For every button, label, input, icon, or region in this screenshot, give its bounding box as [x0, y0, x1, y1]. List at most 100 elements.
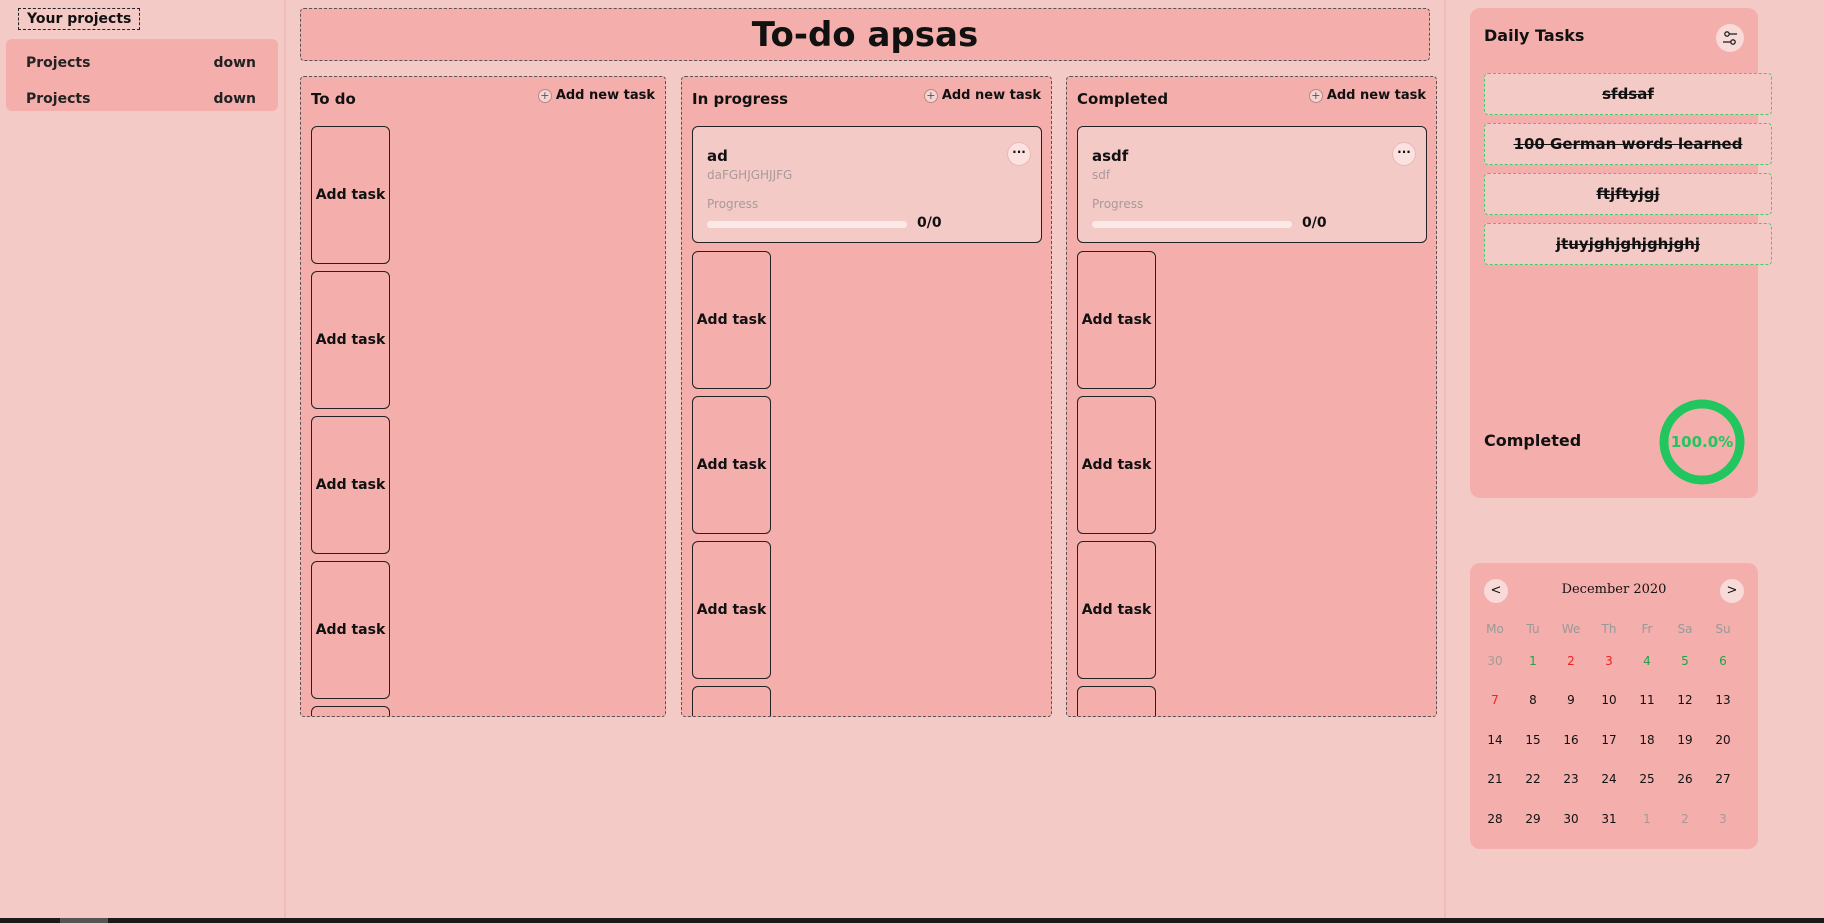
- calendar-day[interactable]: 18: [1628, 733, 1666, 747]
- calendar-week: 28 29 30 31 1 2 3: [1476, 799, 1742, 839]
- add-task-button[interactable]: Add task: [692, 251, 771, 389]
- daily-tasks-card: Daily Tasks sfdsaf 100 German words lear…: [1470, 8, 1772, 498]
- weekday-label: Th: [1601, 622, 1617, 636]
- add-new-task-label: Add new task: [941, 88, 1041, 103]
- daily-task-item[interactable]: 100 German words learned: [1484, 123, 1772, 165]
- calendar-day[interactable]: 10: [1590, 693, 1628, 707]
- add-task-button[interactable]: Add task: [311, 271, 390, 409]
- filter-button[interactable]: [1716, 24, 1744, 52]
- calendar-day[interactable]: 15: [1514, 733, 1552, 747]
- task-progress-label: Progress: [707, 197, 759, 211]
- calendar-day[interactable]: 20: [1704, 733, 1742, 747]
- calendar-day[interactable]: 24: [1590, 772, 1628, 786]
- calendar-day[interactable]: 12: [1666, 693, 1704, 707]
- task-progress-bar: [707, 221, 907, 228]
- column-title: In progress: [692, 90, 789, 108]
- taskbar: [0, 918, 1824, 923]
- calendar-day[interactable]: 13: [1704, 693, 1742, 707]
- task-title: ad: [707, 147, 728, 165]
- add-task-button[interactable]: [1077, 686, 1156, 716]
- calendar-day[interactable]: 1: [1514, 654, 1552, 668]
- task-title: asdf: [1092, 147, 1129, 165]
- right-panel: Daily Tasks sfdsaf 100 German words lear…: [1444, 0, 1824, 918]
- calendar-day[interactable]: 27: [1704, 772, 1742, 786]
- weekday-label: Sa: [1677, 622, 1693, 636]
- calendar-month: December 2020: [1561, 582, 1667, 597]
- completed-label: Completed: [1484, 431, 1582, 450]
- add-new-task-button[interactable]: + Add new task: [537, 88, 655, 103]
- column-in-progress: In progress + Add new task ad daFGHJGHJJ…: [681, 76, 1052, 717]
- calendar-next-button[interactable]: >: [1720, 579, 1744, 603]
- add-task-button[interactable]: Add task: [692, 541, 771, 679]
- add-new-task-label: Add new task: [555, 88, 655, 103]
- weekday-label: We: [1561, 622, 1581, 636]
- add-task-button[interactable]: Add task: [1077, 541, 1156, 679]
- add-new-task-button[interactable]: + Add new task: [1308, 88, 1426, 103]
- add-task-button[interactable]: Add task: [311, 561, 390, 699]
- calendar-day[interactable]: 7: [1476, 693, 1514, 707]
- completion-percent: 100.0%: [1670, 433, 1734, 451]
- calendar-day[interactable]: 19: [1666, 733, 1704, 747]
- calendar-day[interactable]: 1: [1628, 812, 1666, 826]
- calendar-day[interactable]: 2: [1666, 812, 1704, 826]
- weekday-label: Su: [1715, 622, 1731, 636]
- calendar-day[interactable]: 28: [1476, 812, 1514, 826]
- task-description: daFGHJGHJJFG: [707, 168, 793, 182]
- project-item[interactable]: Projects down: [6, 81, 278, 117]
- your-projects-heading: Your projects: [18, 8, 141, 30]
- calendar-day[interactable]: 8: [1514, 693, 1552, 707]
- add-new-task-button[interactable]: + Add new task: [923, 88, 1041, 103]
- plus-icon: +: [923, 88, 938, 103]
- weekday-label: Fr: [1641, 622, 1653, 636]
- calendar-day[interactable]: 3: [1590, 654, 1628, 668]
- weekday-label: Mo: [1486, 622, 1504, 636]
- calendar-day[interactable]: 3: [1704, 812, 1742, 826]
- task-progress-bar: [1092, 221, 1292, 228]
- calendar-day[interactable]: 25: [1628, 772, 1666, 786]
- calendar-day[interactable]: 4: [1628, 654, 1666, 668]
- daily-task-item[interactable]: jtuyjghjghjghjghj: [1484, 223, 1772, 265]
- add-task-button[interactable]: Add task: [692, 396, 771, 534]
- calendar-day[interactable]: 30: [1552, 812, 1590, 826]
- task-card[interactable]: ad daFGHJGHJJFG Progress 0/0 ···: [692, 126, 1042, 243]
- project-label: Projects: [26, 55, 91, 71]
- calendar-week: 7 8 9 10 11 12 13: [1476, 681, 1742, 721]
- calendar-day[interactable]: 17: [1590, 733, 1628, 747]
- more-options-icon[interactable]: ···: [1007, 142, 1031, 166]
- add-task-button[interactable]: [692, 686, 771, 716]
- daily-task-item[interactable]: ftjftyjgj: [1484, 173, 1772, 215]
- calendar-grid: Mo Tu We Th Fr Sa Su 30 1 2 3 4 5 6 7 8 …: [1476, 617, 1742, 839]
- calendar-day[interactable]: 14: [1476, 733, 1514, 747]
- calendar-day[interactable]: 16: [1552, 733, 1590, 747]
- project-toggle[interactable]: down: [213, 55, 256, 71]
- calendar-day[interactable]: 29: [1514, 812, 1552, 826]
- add-task-button[interactable]: Add task: [311, 416, 390, 554]
- add-new-task-label: Add new task: [1326, 88, 1426, 103]
- calendar-day[interactable]: 31: [1590, 812, 1628, 826]
- calendar-day[interactable]: 23: [1552, 772, 1590, 786]
- calendar-day[interactable]: 9: [1552, 693, 1590, 707]
- calendar-day[interactable]: 22: [1514, 772, 1552, 786]
- calendar-week: 30 1 2 3 4 5 6: [1476, 641, 1742, 681]
- project-item[interactable]: Projects down: [6, 45, 278, 81]
- more-options-icon[interactable]: ···: [1392, 142, 1416, 166]
- taskbar-item[interactable]: [60, 918, 108, 923]
- calendar-day[interactable]: 21: [1476, 772, 1514, 786]
- task-card[interactable]: asdf sdf Progress 0/0 ···: [1077, 126, 1427, 243]
- column-completed: Completed + Add new task asdf sdf Progre…: [1066, 76, 1437, 717]
- daily-task-item[interactable]: sfdsaf: [1484, 73, 1772, 115]
- add-task-button[interactable]: [311, 706, 390, 716]
- calendar-week: 14 15 16 17 18 19 20: [1476, 720, 1742, 760]
- calendar-day[interactable]: 2: [1552, 654, 1590, 668]
- calendar-day[interactable]: 6: [1704, 654, 1742, 668]
- add-task-button[interactable]: Add task: [311, 126, 390, 264]
- calendar-day[interactable]: 11: [1628, 693, 1666, 707]
- calendar-day[interactable]: 26: [1666, 772, 1704, 786]
- calendar-day[interactable]: 5: [1666, 654, 1704, 668]
- project-toggle[interactable]: down: [213, 91, 256, 107]
- add-task-button[interactable]: Add task: [1077, 396, 1156, 534]
- add-task-button[interactable]: Add task: [1077, 251, 1156, 389]
- task-description: sdf: [1092, 168, 1111, 182]
- sidebar: Your projects Projects down Projects dow…: [0, 0, 286, 918]
- calendar-day[interactable]: 30: [1476, 654, 1514, 668]
